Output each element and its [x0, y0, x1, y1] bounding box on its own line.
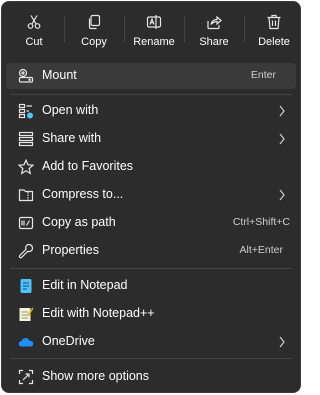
menu-item-label: Copy as path [42, 215, 116, 229]
context-menu: Cut Copy Rename Share Delete Mount Enter… [1, 1, 301, 393]
wrench-icon [18, 243, 34, 259]
menu-item-open-with[interactable]: Open with [6, 98, 296, 124]
share-icon [207, 15, 222, 30]
copy-icon [88, 14, 101, 30]
shortcut-text: Enter [250, 69, 276, 81]
chevron-right-icon [279, 105, 285, 117]
share-label: Share [199, 36, 229, 48]
menu-item-compress[interactable]: Compress to... [6, 182, 296, 208]
cut-button[interactable]: Cut [5, 6, 63, 54]
copy-label: Copy [81, 36, 107, 48]
menu-item-copy-as-path[interactable]: Copy as path Ctrl+Shift+C [6, 210, 296, 236]
star-icon [18, 159, 34, 175]
trash-icon [267, 14, 281, 30]
cloud-icon [18, 338, 34, 347]
quick-actions-toolbar: Cut Copy Rename Share Delete [2, 2, 300, 57]
copy-button[interactable]: Copy [65, 6, 123, 54]
rename-icon [146, 15, 162, 29]
chevron-right-icon [279, 133, 285, 145]
shortcut-text: Alt+Enter [239, 244, 283, 256]
menu-item-edit-with-notepadpp[interactable]: Edit with Notepad++ [6, 301, 296, 327]
menu-divider [10, 358, 292, 359]
menu-item-label: Edit in Notepad [42, 278, 128, 292]
folder-zip-icon [18, 189, 34, 202]
menu-item-onedrive[interactable]: OneDrive [6, 329, 296, 355]
chevron-right-icon [279, 189, 285, 201]
menu-item-mount[interactable]: Mount Enter [6, 63, 296, 89]
menu-item-label: Mount [42, 68, 77, 82]
menu-item-label: OneDrive [42, 334, 95, 348]
menu-divider [10, 94, 292, 95]
menu-item-label: Properties [42, 243, 99, 257]
shortcut-text: Ctrl+Shift+C [232, 216, 290, 228]
copy-path-icon [18, 216, 34, 230]
menu-item-share-with[interactable]: Share with [6, 126, 296, 152]
scissors-icon [27, 15, 41, 29]
menu-item-label: Add to Favorites [42, 159, 134, 173]
rename-label: Rename [133, 36, 175, 48]
share-button[interactable]: Share [185, 6, 243, 54]
open-with-icon [18, 103, 33, 119]
delete-label: Delete [258, 36, 290, 48]
notepadpp-icon [19, 307, 34, 321]
delete-button[interactable]: Delete [245, 6, 300, 54]
notepad-icon [20, 279, 32, 293]
menu-item-add-to-favorites[interactable]: Add to Favorites [6, 154, 296, 180]
menu-item-show-more-options[interactable]: Show more options [6, 364, 296, 390]
rename-button[interactable]: Rename [125, 6, 183, 54]
share-with-icon [18, 131, 34, 147]
menu-item-label: Edit with Notepad++ [42, 306, 155, 320]
expand-icon [18, 369, 34, 385]
menu-item-properties[interactable]: Properties Alt+Enter [6, 238, 296, 264]
menu-item-edit-in-notepad[interactable]: Edit in Notepad [6, 273, 296, 299]
menu-item-label: Compress to... [42, 187, 124, 201]
menu-item-label: Open with [42, 103, 99, 117]
cut-label: Cut [25, 36, 43, 48]
chevron-right-icon [279, 336, 285, 348]
menu-item-label: Show more options [42, 369, 150, 383]
menu-divider [10, 268, 292, 269]
disc-drive-icon [18, 68, 34, 83]
menu-item-label: Share with [42, 131, 102, 145]
